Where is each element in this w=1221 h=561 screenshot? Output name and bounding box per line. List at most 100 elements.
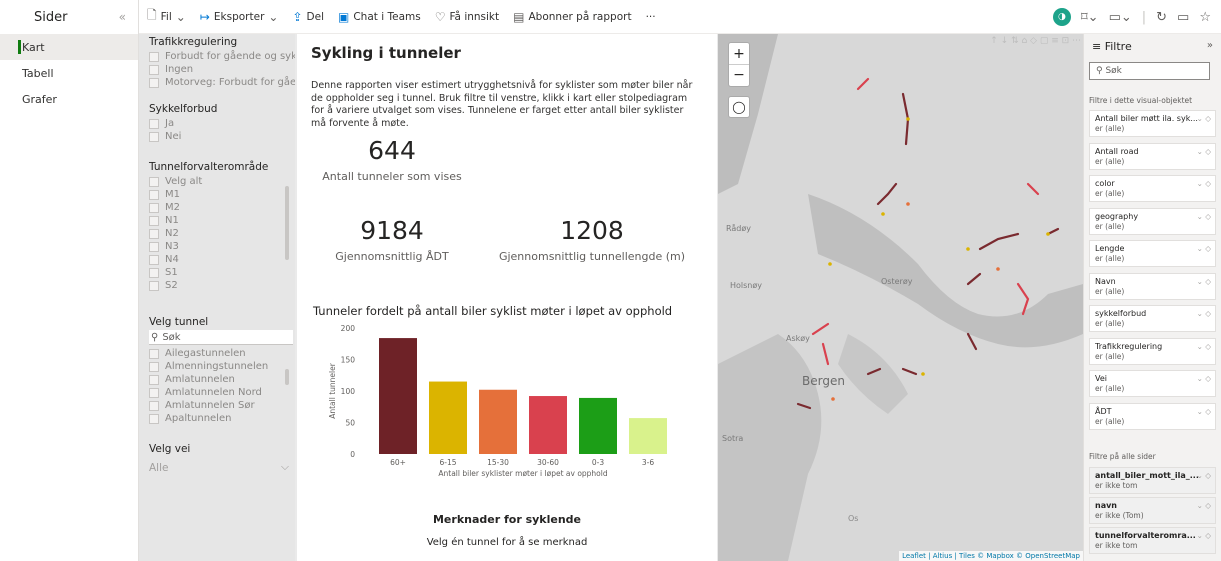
filter-card[interactable]: ÅDT er (alle) ⌄ ◇ [1089, 402, 1216, 430]
filter-card[interactable]: Antall biler møtt ila. syk... er (alle) ⌄ … [1089, 110, 1216, 137]
filter-card[interactable]: antall_biler_mott_ila_... er ikke tom ⌄ ◇ [1089, 467, 1216, 494]
zoom-out-button[interactable]: − [729, 65, 749, 87]
checkbox[interactable] [149, 228, 159, 239]
bar[interactable] [429, 381, 467, 454]
checkbox[interactable] [149, 280, 159, 291]
slicer-option[interactable]: N2 [149, 227, 295, 240]
slicer-option[interactable]: N4 [149, 253, 295, 266]
filter-search-input[interactable]: ⚲ Søk [1089, 62, 1210, 80]
chevron-eraser-icon[interactable]: ⌄ ◇ [1197, 147, 1211, 156]
checkbox[interactable] [149, 267, 159, 278]
checkbox[interactable] [149, 77, 159, 88]
slicer-option[interactable]: Ailegastunnelen [149, 347, 295, 360]
filter-card[interactable]: Trafikkregulering er (alle) ⌄ ◇ [1089, 337, 1216, 365]
chevron-eraser-icon[interactable]: ⌄ ◇ [1197, 501, 1211, 510]
slicer-option[interactable]: N1 [149, 214, 295, 227]
checkbox[interactable] [149, 241, 159, 252]
filter-card[interactable]: Vei er (alle) ⌄ ◇ [1089, 370, 1216, 397]
filter-card[interactable]: sykkelforbud er (alle) ⌄ ◇ [1089, 305, 1216, 332]
map-attribution[interactable]: Leaflet | Altius | Tiles © Mapbox © Open… [899, 551, 1083, 561]
lasso-icon[interactable]: ◯ [728, 96, 750, 118]
chevron-eraser-icon[interactable]: ⌄ ◇ [1197, 471, 1211, 480]
bar[interactable] [529, 396, 567, 454]
slicer-option[interactable]: M1 [149, 188, 295, 201]
slicer-option[interactable]: M2 [149, 201, 295, 214]
checkbox[interactable] [149, 118, 159, 129]
chevron-eraser-icon[interactable]: ⌄ ◇ [1197, 531, 1211, 540]
filter-card[interactable]: tunnelforvalteromra... er ikke tom ⌄ ◇ [1089, 527, 1216, 554]
filter-card[interactable]: Navn er (alle) ⌄ ◇ [1089, 272, 1216, 300]
checkbox[interactable] [149, 202, 159, 213]
insights-button[interactable]: ♡ Få innsikt [435, 10, 499, 24]
filter-card[interactable]: navn er ikke (Tom) ⌄ ◇ [1089, 497, 1216, 524]
view-icon[interactable]: ▭⌄ [1109, 10, 1132, 25]
slicer-option[interactable]: Almenningstunnelen [149, 360, 295, 373]
bar[interactable] [379, 338, 417, 454]
checkbox[interactable] [149, 374, 159, 385]
page-item-tabell[interactable]: Tabell [0, 60, 138, 86]
chevron-eraser-icon[interactable]: ⌄ ◇ [1197, 407, 1211, 416]
export-menu[interactable]: ↦ Eksporter ⌄ [200, 10, 279, 24]
checkbox[interactable] [149, 254, 159, 265]
checkbox[interactable] [149, 400, 159, 411]
checkbox[interactable] [149, 215, 159, 226]
comment-icon[interactable]: ▭ [1177, 10, 1189, 25]
chevron-eraser-icon[interactable]: ⌄ ◇ [1197, 244, 1211, 253]
slicer-option[interactable]: Apaltunnelen [149, 412, 295, 425]
page-item-grafer[interactable]: Grafer [0, 86, 138, 112]
filter-card[interactable]: Antall road er (alle) ⌄ ◇ [1089, 142, 1216, 170]
checkbox[interactable] [149, 51, 159, 62]
copilot-icon[interactable]: ◑ [1052, 8, 1071, 26]
slicer-option[interactable]: Motorveg: Forbudt for gåe... [149, 76, 295, 89]
filter-card[interactable]: geography er (alle) ⌄ ◇ [1089, 207, 1216, 235]
subscribe-button[interactable]: ▤ Abonner på rapport [513, 10, 631, 24]
more-button[interactable]: ··· [646, 11, 656, 23]
checkbox[interactable] [149, 361, 159, 372]
chevron-eraser-icon[interactable]: ⌄ ◇ [1197, 277, 1211, 286]
slicer-option[interactable]: Nei [149, 130, 295, 143]
share-button[interactable]: ⇪ Del [292, 10, 324, 24]
zoom-in-button[interactable]: + [729, 43, 749, 65]
bar[interactable] [479, 389, 517, 454]
checkbox[interactable] [149, 413, 159, 424]
page-item-kart[interactable]: Kart [0, 34, 138, 60]
file-menu[interactable]: 🗋 Fil ⌄ [147, 6, 186, 27]
slicer-option[interactable]: S2 [149, 279, 295, 292]
bar[interactable] [579, 397, 617, 454]
checkbox[interactable] [149, 176, 159, 187]
teams-button[interactable]: ▣ Chat i Teams [338, 10, 421, 24]
chevron-eraser-icon[interactable]: ⌄ ◇ [1197, 179, 1211, 188]
slicer-option[interactable]: S1 [149, 266, 295, 279]
checkbox[interactable] [149, 348, 159, 359]
tunnel-scrollbar[interactable] [285, 369, 289, 385]
slicer-option[interactable]: Ingen [149, 63, 295, 76]
map-canvas[interactable] [718, 34, 1083, 561]
slicer-option[interactable]: N3 [149, 240, 295, 253]
filter-card[interactable]: color er (alle) ⌄ ◇ [1089, 175, 1216, 202]
bar[interactable] [629, 418, 667, 454]
collapse-icon[interactable]: « [119, 10, 126, 24]
area-scrollbar[interactable] [285, 186, 289, 260]
checkbox[interactable] [149, 387, 159, 398]
slicer-option[interactable]: Amlatunnelen [149, 373, 295, 386]
tunnel-search-input[interactable]: ⚲ Søk [149, 330, 293, 345]
slicer-option[interactable]: Amlatunnelen Sør [149, 399, 295, 412]
bookmark-icon[interactable]: ⌑⌄ [1081, 10, 1099, 25]
chevron-eraser-icon[interactable]: ⌄ ◇ [1197, 342, 1211, 351]
road-dropdown[interactable]: Alle ⌵ [149, 461, 289, 474]
chevron-eraser-icon[interactable]: ⌄ ◇ [1197, 212, 1211, 221]
slicer-option[interactable]: Velg alt [149, 175, 295, 188]
checkbox[interactable] [149, 131, 159, 142]
filter-card[interactable]: Lengde er (alle) ⌄ ◇ [1089, 240, 1216, 267]
visual-header-icons[interactable]: ↑ ↓ ⇅ ⌂ ◇ ▢ ≡ ⊡ ⋯ [990, 36, 1081, 46]
chevron-eraser-icon[interactable]: ⌄ ◇ [1197, 309, 1211, 318]
collapse-filters-icon[interactable]: » [1207, 40, 1213, 51]
slicer-option[interactable]: Amlatunnelen Nord [149, 386, 295, 399]
bar-chart[interactable]: 0 50 100 150 200 Antall tunneler 60+ 6-15 15-30 3… [297, 320, 717, 490]
refresh-icon[interactable]: ↻ [1156, 10, 1167, 25]
slicer-option[interactable]: Ja [149, 117, 295, 130]
favorite-icon[interactable]: ☆ [1199, 10, 1211, 25]
map-visual[interactable]: Rådøy Holsnøy Osterøy Askøy Bergen Sotra… [718, 34, 1083, 561]
checkbox[interactable] [149, 64, 159, 75]
chevron-eraser-icon[interactable]: ⌄ ◇ [1197, 114, 1211, 123]
